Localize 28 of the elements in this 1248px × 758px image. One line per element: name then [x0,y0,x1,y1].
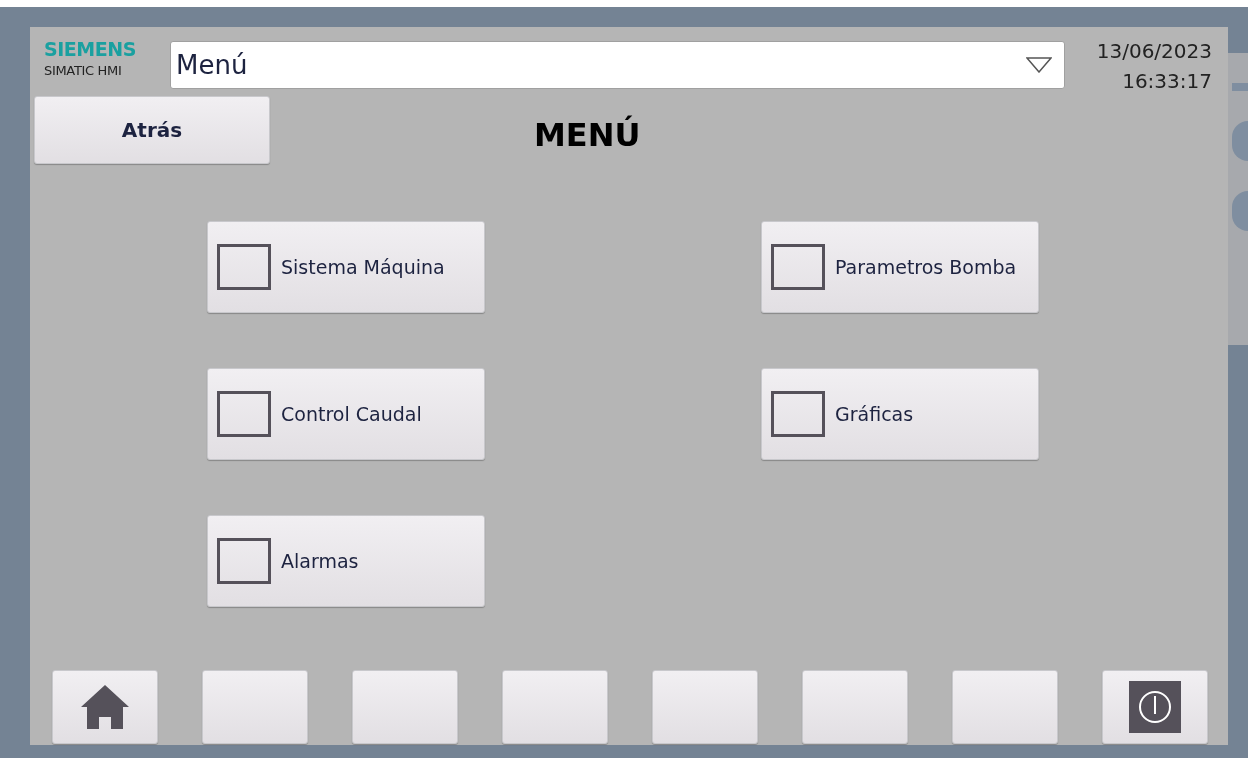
function-key[interactable] [952,670,1058,744]
caret-icon [1026,57,1052,73]
image-placeholder-icon [217,244,271,290]
function-key[interactable] [652,670,758,744]
date-text: 13/06/2023 [1096,38,1212,65]
home-icon [79,683,131,731]
home-button[interactable] [52,670,158,744]
function-key[interactable] [802,670,908,744]
screen-dropdown[interactable]: Menú [170,41,1065,89]
power-button[interactable] [1102,670,1208,744]
function-key[interactable] [502,670,608,744]
image-placeholder-icon [771,391,825,437]
time-text: 16:33:17 [1122,68,1212,95]
image-placeholder-icon [217,391,271,437]
product-name: SIMATIC HMI [44,62,123,80]
function-key[interactable] [352,670,458,744]
menu-button[interactable]: Gráficas [761,368,1039,460]
menu-button[interactable]: Control Caudal [207,368,485,460]
back-button[interactable]: Atrás [34,96,270,164]
brand-logo: SIEMENS [44,38,137,60]
menu-button[interactable]: Parametros Bomba [761,221,1039,313]
screen-title: MENÚ [534,114,641,156]
power-icon [1129,681,1181,733]
image-placeholder-icon [771,244,825,290]
image-placeholder-icon [217,538,271,584]
menu-button[interactable]: Sistema Máquina [207,221,485,313]
menu-button[interactable]: Alarmas [207,515,485,607]
function-key[interactable] [202,670,308,744]
